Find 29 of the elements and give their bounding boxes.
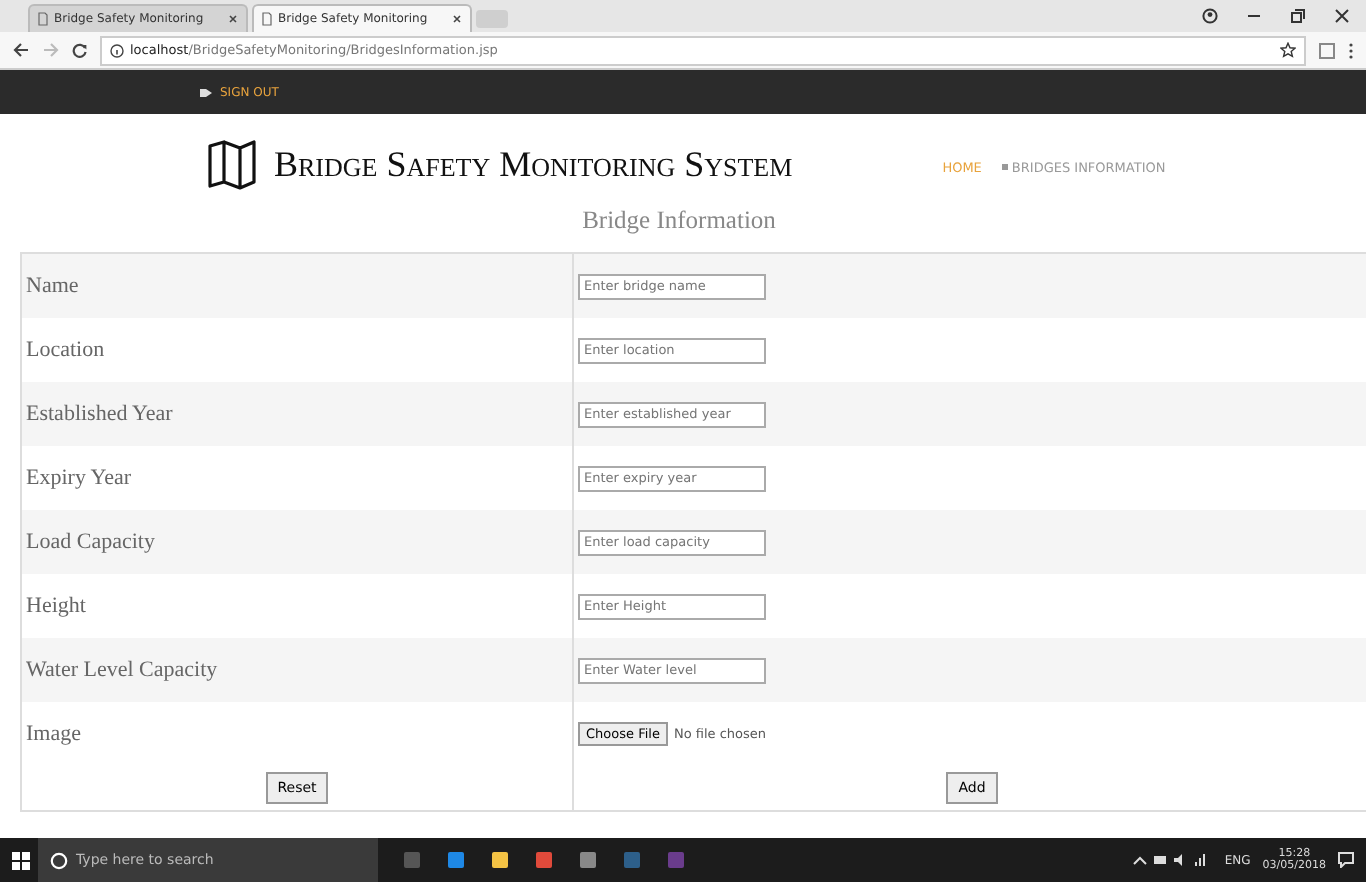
page-icon (262, 12, 272, 26)
close-icon[interactable] (452, 14, 462, 24)
extension-icon[interactable] (1318, 41, 1336, 59)
windows-icon[interactable] (12, 851, 30, 869)
cortana-icon (50, 851, 68, 869)
field-label: Load Capacity (24, 530, 155, 554)
sign-out-icon[interactable] (200, 87, 212, 97)
field-label: Expiry Year (24, 466, 132, 490)
menu-icon[interactable] (1348, 41, 1354, 59)
bullet-icon (1001, 164, 1008, 170)
star-icon[interactable] (1280, 42, 1296, 58)
reload-icon[interactable] (72, 42, 88, 58)
field-label: Image (24, 722, 81, 746)
field-label: Established Year (24, 402, 173, 426)
info-icon (110, 43, 124, 57)
field-label: Water Level Capacity (24, 658, 218, 682)
notification-icon[interactable] (1338, 852, 1354, 868)
close-icon[interactable] (1334, 8, 1350, 24)
site-title: Bridge Safety Monitoring System (274, 143, 793, 185)
account-icon[interactable] (1202, 8, 1218, 24)
page-icon (38, 12, 48, 26)
field-label: Name (24, 274, 79, 298)
close-icon[interactable] (228, 14, 238, 24)
map-icon (206, 138, 258, 190)
back-icon[interactable] (12, 42, 30, 58)
field-label: Height (24, 594, 86, 618)
page-heading: Bridge Information (580, 204, 778, 238)
restore-icon[interactable] (1290, 8, 1306, 24)
field-label: Location (24, 338, 105, 362)
